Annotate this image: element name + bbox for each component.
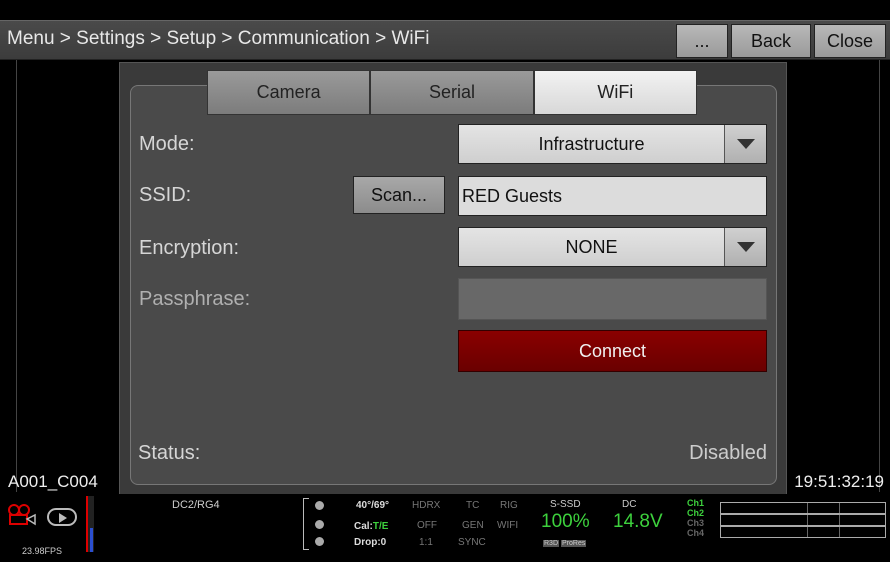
clip-name: A001_C004 bbox=[8, 472, 98, 491]
close-button[interactable]: Close bbox=[814, 24, 886, 58]
media-label: S-SSD bbox=[550, 499, 581, 510]
drop-frame-readout: Drop:0 bbox=[354, 537, 387, 548]
rig-label: RIG bbox=[500, 500, 518, 511]
mode-select[interactable]: Infrastructure bbox=[458, 124, 767, 164]
status-dot bbox=[315, 520, 324, 529]
wifi-status: WIFI bbox=[497, 520, 519, 531]
codec-r3d-badge: R3D bbox=[543, 540, 560, 547]
scan-button[interactable]: Scan... bbox=[353, 176, 445, 214]
status-value: Disabled bbox=[689, 442, 767, 464]
status-label: Status: bbox=[138, 442, 201, 464]
power-label: DC bbox=[622, 499, 637, 510]
more-button[interactable]: ... bbox=[676, 24, 728, 58]
top-bar: Menu > Settings > Setup > Communication … bbox=[0, 0, 890, 60]
hdrx-value: OFF bbox=[417, 520, 437, 531]
tab-bar: Camera Serial WiFi bbox=[207, 70, 697, 115]
passphrase-label: Passphrase: bbox=[139, 288, 251, 310]
tc-mode: GEN bbox=[462, 520, 484, 531]
power-value: 14.8V bbox=[613, 511, 663, 532]
codec-prores-badge: ProRes bbox=[561, 540, 587, 547]
tab-camera[interactable]: Camera bbox=[207, 70, 371, 115]
temperature-readout: 40°/69° bbox=[356, 500, 390, 511]
calibration-readout: Cal:T/E bbox=[354, 521, 388, 532]
chevron-down-icon[interactable] bbox=[724, 125, 766, 163]
mode-label: Mode: bbox=[139, 133, 195, 155]
cal-label: Cal: bbox=[354, 521, 373, 532]
hdrx-ratio: 1:1 bbox=[419, 537, 433, 548]
lut-readout: DC2/RG4 bbox=[172, 499, 220, 511]
encryption-value: NONE bbox=[565, 237, 618, 257]
connect-button[interactable]: Connect bbox=[458, 330, 767, 372]
back-button[interactable]: Back bbox=[731, 24, 811, 58]
tc-label: TC bbox=[466, 500, 480, 511]
channel-label: Ch4 bbox=[687, 528, 705, 538]
play-icon[interactable] bbox=[47, 508, 77, 526]
meter-tick bbox=[807, 515, 808, 525]
encryption-select[interactable]: NONE bbox=[458, 227, 767, 267]
meter-tick bbox=[807, 503, 808, 513]
channel-meter bbox=[720, 514, 886, 526]
meter-tick bbox=[807, 527, 808, 537]
encryption-label: Encryption: bbox=[139, 237, 240, 259]
timecode: 19:51:32:19 bbox=[794, 472, 884, 491]
mode-value: Infrastructure bbox=[538, 134, 645, 154]
cal-value: T/E bbox=[372, 521, 389, 532]
meter-tick bbox=[839, 503, 840, 513]
passphrase-input[interactable] bbox=[458, 278, 767, 320]
meter-fill-blue bbox=[90, 528, 93, 552]
channel-meter bbox=[720, 526, 886, 538]
status-bracket bbox=[303, 498, 309, 550]
status-dot bbox=[315, 537, 324, 546]
tc-sync: SYNC bbox=[458, 537, 486, 548]
channel-meter bbox=[720, 502, 886, 514]
channel-label: Ch1 bbox=[687, 498, 705, 508]
camera-record-icon[interactable] bbox=[7, 504, 37, 526]
tab-serial[interactable]: Serial bbox=[370, 70, 534, 115]
tab-wifi[interactable]: WiFi bbox=[533, 70, 697, 115]
breadcrumb: Menu > Settings > Setup > Communication … bbox=[7, 28, 430, 49]
media-value: 100% bbox=[541, 511, 590, 532]
fps-readout: 23.98FPS bbox=[22, 546, 63, 556]
chevron-down-icon[interactable] bbox=[724, 228, 766, 266]
status-dot bbox=[315, 501, 324, 510]
meter-fill-red bbox=[86, 496, 88, 552]
audio-meter bbox=[86, 496, 94, 552]
channel-label: Ch3 bbox=[687, 518, 705, 528]
ssid-input[interactable]: RED Guests bbox=[458, 176, 767, 216]
hdrx-label: HDRX bbox=[412, 500, 441, 511]
channel-label: Ch2 bbox=[687, 508, 705, 518]
meter-tick bbox=[839, 515, 840, 525]
meter-tick bbox=[839, 527, 840, 537]
ssid-label: SSID: bbox=[139, 184, 192, 206]
